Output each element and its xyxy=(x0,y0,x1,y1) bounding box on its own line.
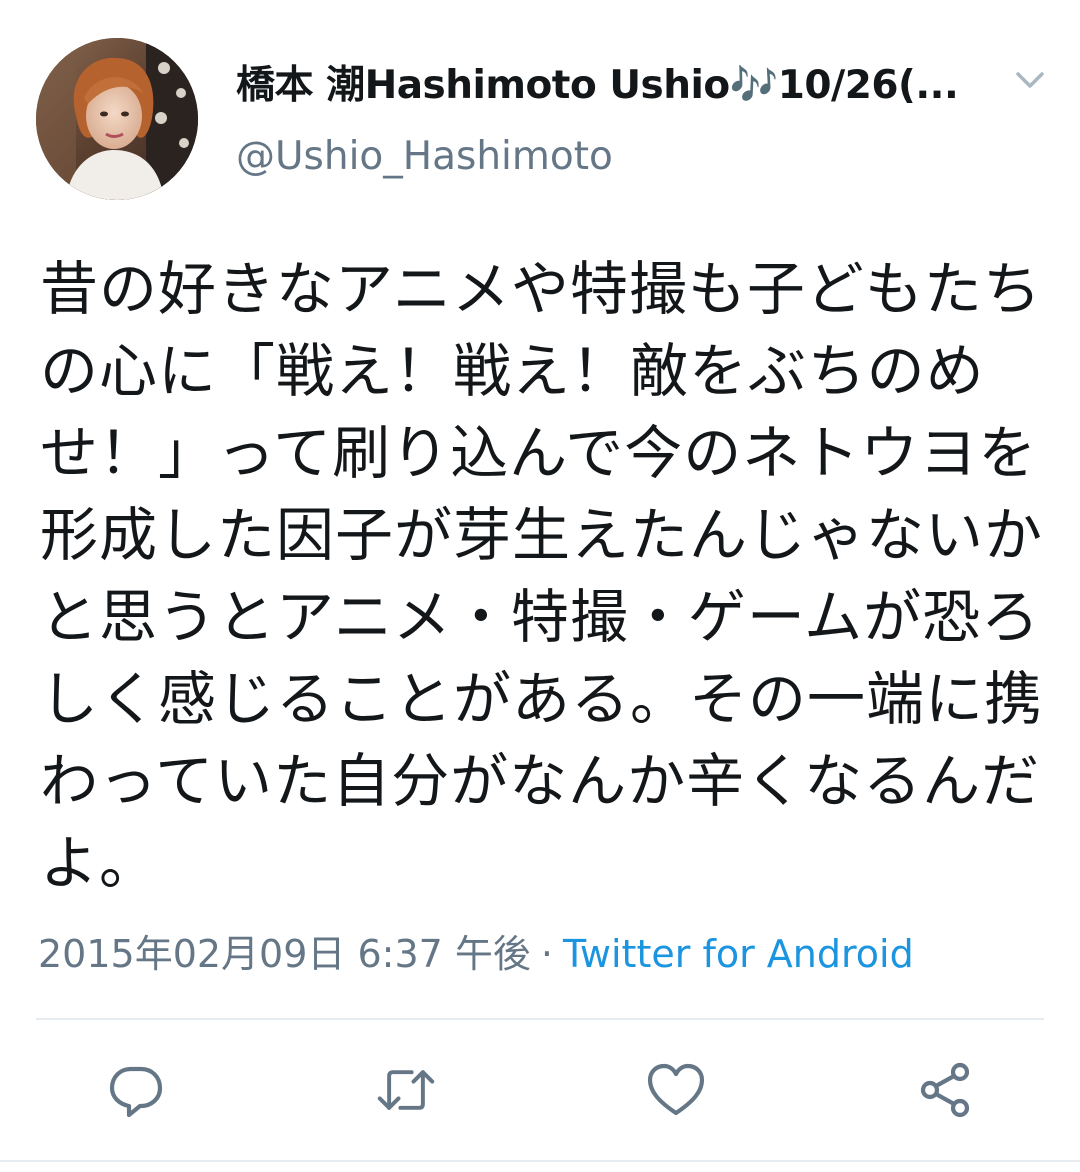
share-button[interactable] xyxy=(916,1060,976,1120)
display-name-text: 橋本 潮Hashimoto Ushio xyxy=(236,63,730,108)
display-name[interactable]: 橋本 潮Hashimoto Ushio🎶10/26(... xyxy=(236,58,966,114)
bottom-divider xyxy=(0,1160,1080,1162)
music-notes-emoji: 🎶 xyxy=(729,63,779,108)
share-icon xyxy=(920,1062,970,1118)
source-link[interactable]: Twitter for Android xyxy=(563,932,914,976)
tweet-detail: 橋本 潮Hashimoto Ushio🎶10/26(... @Ushio_Has… xyxy=(0,0,1080,1172)
display-name-suffix: 10/26(... xyxy=(777,63,959,108)
avatar[interactable] xyxy=(36,38,198,200)
username[interactable]: @Ushio_Hashimoto xyxy=(236,132,613,182)
retweet-icon xyxy=(377,1070,435,1110)
tweet-meta: 2015年02月09日 6:37 午後 · Twitter for Android xyxy=(38,926,914,982)
reply-icon xyxy=(109,1066,163,1118)
tweet-menu-button[interactable] xyxy=(1010,66,1050,96)
retweet-button[interactable] xyxy=(376,1060,436,1120)
divider xyxy=(36,1018,1044,1020)
like-button[interactable] xyxy=(646,1060,706,1120)
reply-button[interactable] xyxy=(106,1060,166,1120)
like-icon xyxy=(647,1063,705,1116)
tweet-text: 昔の好きなアニメや特撮も子どもたちの心に「戦え！戦え！敵をぶちのめせ！」って刷り… xyxy=(40,255,1044,897)
timestamp[interactable]: 2015年02月09日 6:37 午後 xyxy=(38,932,531,976)
profile-photo-icon xyxy=(36,38,198,200)
chevron-down-icon xyxy=(1016,72,1044,88)
meta-separator: · xyxy=(540,932,553,976)
